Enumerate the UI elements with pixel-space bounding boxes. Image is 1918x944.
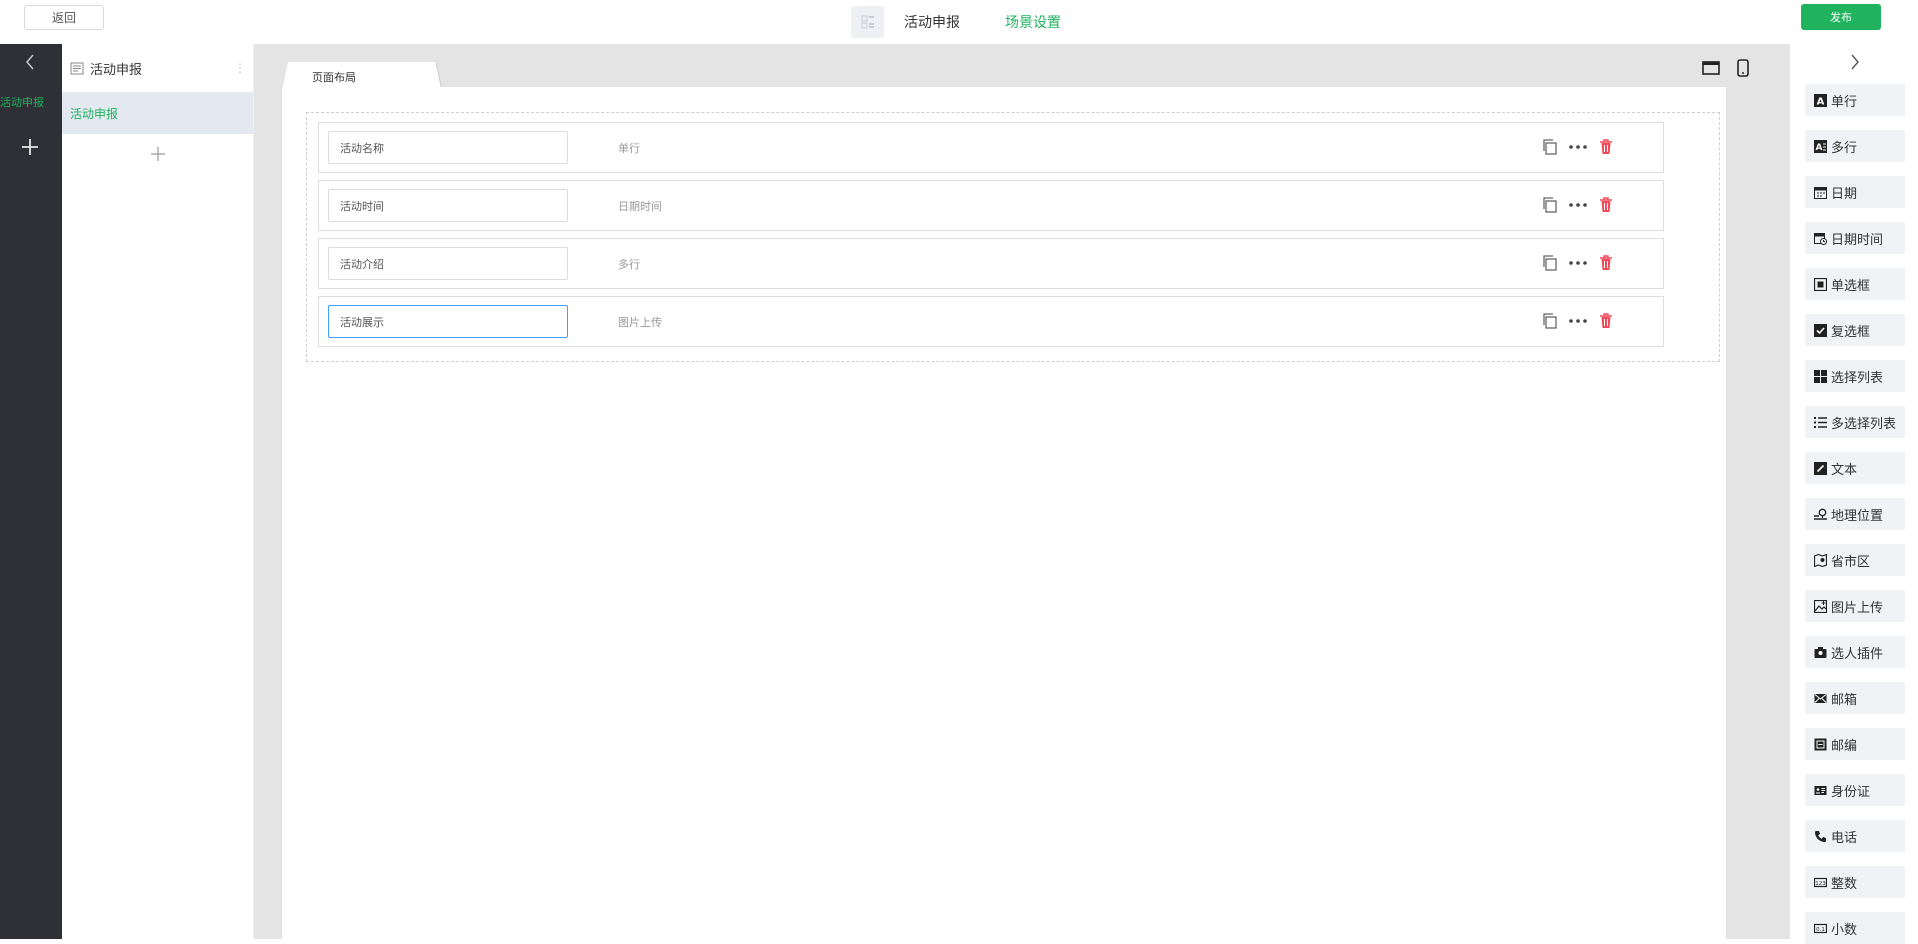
component-text[interactable]: 文本 (1805, 452, 1905, 484)
view-toggle (1701, 58, 1753, 78)
component-location[interactable]: 地理位置 (1805, 498, 1905, 530)
sidebar-item-activity[interactable]: 活动申报 (0, 94, 62, 116)
multi-line-icon: A (1813, 139, 1827, 153)
component-decimal[interactable]: 0.1 小数 (1805, 912, 1905, 944)
more-vertical-icon[interactable]: ⋮ (234, 61, 246, 75)
list-icon (1813, 415, 1827, 429)
grid-list-icon (1813, 369, 1827, 383)
field-actions (1541, 312, 1615, 330)
text-edit-icon (1813, 461, 1827, 475)
more-icon[interactable] (1569, 254, 1587, 272)
copy-icon[interactable] (1541, 312, 1559, 330)
page-doc-icon (70, 62, 84, 75)
component-single-line[interactable]: A 单行 (1805, 84, 1905, 116)
field-row[interactable]: 多行 (318, 238, 1664, 289)
grid-icon[interactable] (851, 6, 884, 38)
component-id-card[interactable]: 身份证 (1805, 774, 1905, 806)
page-list-panel: 活动申报 ⋮ 活动申报 (62, 44, 254, 939)
field-label-input[interactable] (328, 189, 568, 222)
copy-icon[interactable] (1541, 254, 1559, 272)
single-line-icon: A (1813, 93, 1827, 107)
person-picker-icon (1813, 645, 1827, 659)
component-province-city[interactable]: 省市区 (1805, 544, 1905, 576)
field-type: 日期时间 (618, 200, 662, 213)
desktop-view-icon[interactable] (1701, 58, 1721, 78)
phone-icon (1813, 829, 1827, 843)
field-label-input[interactable] (328, 131, 568, 164)
location-icon (1813, 507, 1827, 521)
delete-icon[interactable] (1597, 312, 1615, 330)
svg-text:A: A (1816, 96, 1824, 107)
field-label-input[interactable] (328, 305, 568, 338)
field-label-input[interactable] (328, 247, 568, 280)
checkbox-icon (1813, 323, 1827, 337)
field-row[interactable]: 图片上传 (318, 296, 1664, 347)
page-list-title: 活动申报 (90, 62, 143, 78)
decimal-icon: 0.1 (1813, 921, 1827, 935)
publish-button[interactable]: 发布 (1801, 4, 1881, 30)
component-integer[interactable]: 123 整数 (1805, 866, 1905, 898)
delete-icon[interactable] (1597, 196, 1615, 214)
component-email[interactable]: 邮箱 (1805, 682, 1905, 714)
component-postcode[interactable]: 邮编 (1805, 728, 1905, 760)
more-icon[interactable] (1569, 312, 1587, 330)
tab-scene-settings[interactable]: 场景设置 (1005, 12, 1061, 32)
calendar-icon (1813, 185, 1827, 199)
top-center-nav: 活动申报 场景设置 (851, 6, 1061, 38)
design-canvas: 页面布局 单行 日期时间 (254, 44, 1790, 939)
form-sheet: 单行 日期时间 多行 (282, 87, 1726, 939)
back-button[interactable]: 返回 (24, 5, 104, 30)
svg-text:A: A (1815, 143, 1822, 153)
copy-icon[interactable] (1541, 196, 1559, 214)
field-actions (1541, 196, 1615, 214)
svg-text:123: 123 (1815, 881, 1826, 887)
component-image-upload[interactable]: 图片上传 (1805, 590, 1905, 622)
component-datetime[interactable]: 日期时间 (1805, 222, 1905, 254)
field-type: 图片上传 (618, 316, 662, 329)
delete-icon[interactable] (1597, 138, 1615, 156)
component-phone[interactable]: 电话 (1805, 820, 1905, 852)
component-date[interactable]: 日期 (1805, 176, 1905, 208)
component-person-picker[interactable]: 选人插件 (1805, 636, 1905, 668)
field-type: 单行 (618, 142, 640, 155)
svg-text:0.1: 0.1 (1816, 927, 1825, 933)
plus-icon[interactable] (19, 136, 41, 158)
component-select-list[interactable]: 选择列表 (1805, 360, 1905, 392)
radio-icon (1813, 277, 1827, 291)
field-row[interactable]: 单行 (318, 122, 1664, 173)
mail-icon (1813, 691, 1827, 705)
component-multi-select-list[interactable]: 多选择列表 (1805, 406, 1905, 438)
top-bar: 返回 活动申报 场景设置 发布 (0, 0, 1918, 44)
more-icon[interactable] (1569, 138, 1587, 156)
field-actions (1541, 138, 1615, 156)
component-multi-line[interactable]: A 多行 (1805, 130, 1905, 162)
page-item[interactable]: 活动申报 (62, 92, 253, 134)
calendar-clock-icon (1813, 231, 1827, 245)
plus-icon[interactable] (148, 144, 168, 164)
copy-icon[interactable] (1541, 138, 1559, 156)
more-icon[interactable] (1569, 196, 1587, 214)
tab-form[interactable]: 活动申报 (904, 12, 960, 32)
field-actions (1541, 254, 1615, 272)
integer-icon: 123 (1813, 875, 1827, 889)
page-list-header: 活动申报 ⋮ (62, 44, 253, 92)
mobile-view-icon[interactable] (1733, 58, 1753, 78)
id-card-icon (1813, 783, 1827, 797)
image-upload-icon (1813, 599, 1827, 613)
map-icon (1813, 553, 1827, 567)
field-type: 多行 (618, 258, 640, 271)
component-panel: A 单行 A 多行 日期 日期时间 单选框 复选框 选择列表 多选择列表 文本 … (1790, 44, 1918, 944)
tab-page-layout-label: 页面布局 (312, 71, 356, 84)
postcode-icon (1813, 737, 1827, 751)
field-row[interactable]: 日期时间 (318, 180, 1664, 231)
component-radio[interactable]: 单选框 (1805, 268, 1905, 300)
app-sidebar: 活动申报 (0, 44, 62, 939)
chevron-left-icon[interactable] (20, 52, 40, 72)
delete-icon[interactable] (1597, 254, 1615, 272)
component-checkbox[interactable]: 复选框 (1805, 314, 1905, 346)
chevron-right-icon[interactable] (1845, 52, 1865, 72)
